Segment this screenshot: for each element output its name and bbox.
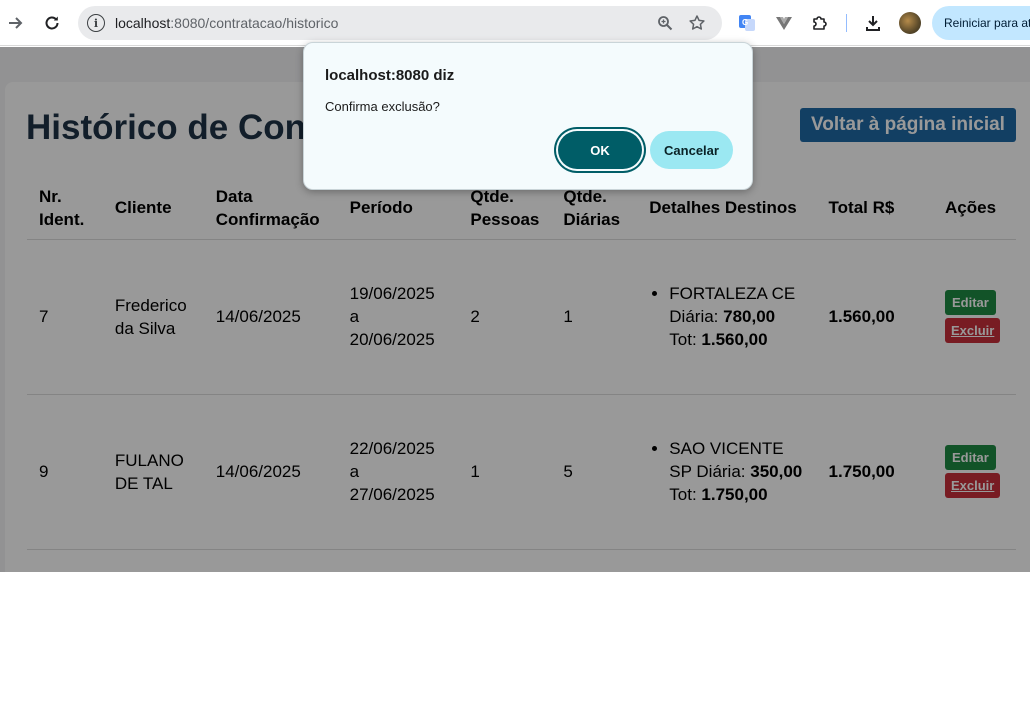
browser-toolbar: i localhost:8080/contratacao/historico G…	[0, 0, 1030, 46]
bookmark-star-icon[interactable]	[686, 12, 708, 34]
site-info-icon[interactable]: i	[87, 14, 105, 32]
ok-button[interactable]: OK	[558, 131, 642, 169]
dialog-message: Confirma exclusão?	[325, 99, 440, 114]
confirm-dialog: localhost:8080 diz Confirma exclusão? OK…	[303, 42, 753, 190]
download-icon[interactable]	[861, 11, 885, 35]
cancel-button[interactable]: Cancelar	[650, 131, 733, 169]
address-bar[interactable]: i localhost:8080/contratacao/historico	[78, 6, 722, 40]
zoom-icon[interactable]	[654, 12, 676, 34]
forward-icon[interactable]	[4, 11, 28, 35]
profile-avatar[interactable]	[899, 12, 921, 34]
toolbar-divider	[846, 14, 847, 32]
url-text[interactable]: localhost:8080/contratacao/historico	[115, 15, 338, 31]
translate-icon[interactable]: G	[735, 11, 759, 35]
extensions-puzzle-icon[interactable]	[808, 11, 832, 35]
dialog-title: localhost:8080 diz	[325, 67, 455, 84]
restart-to-update-button[interactable]: Reiniciar para atualizar	[932, 6, 1030, 40]
svg-text:G: G	[742, 18, 748, 27]
reload-icon[interactable]	[40, 11, 64, 35]
vuejs-extension-icon[interactable]	[772, 11, 796, 35]
